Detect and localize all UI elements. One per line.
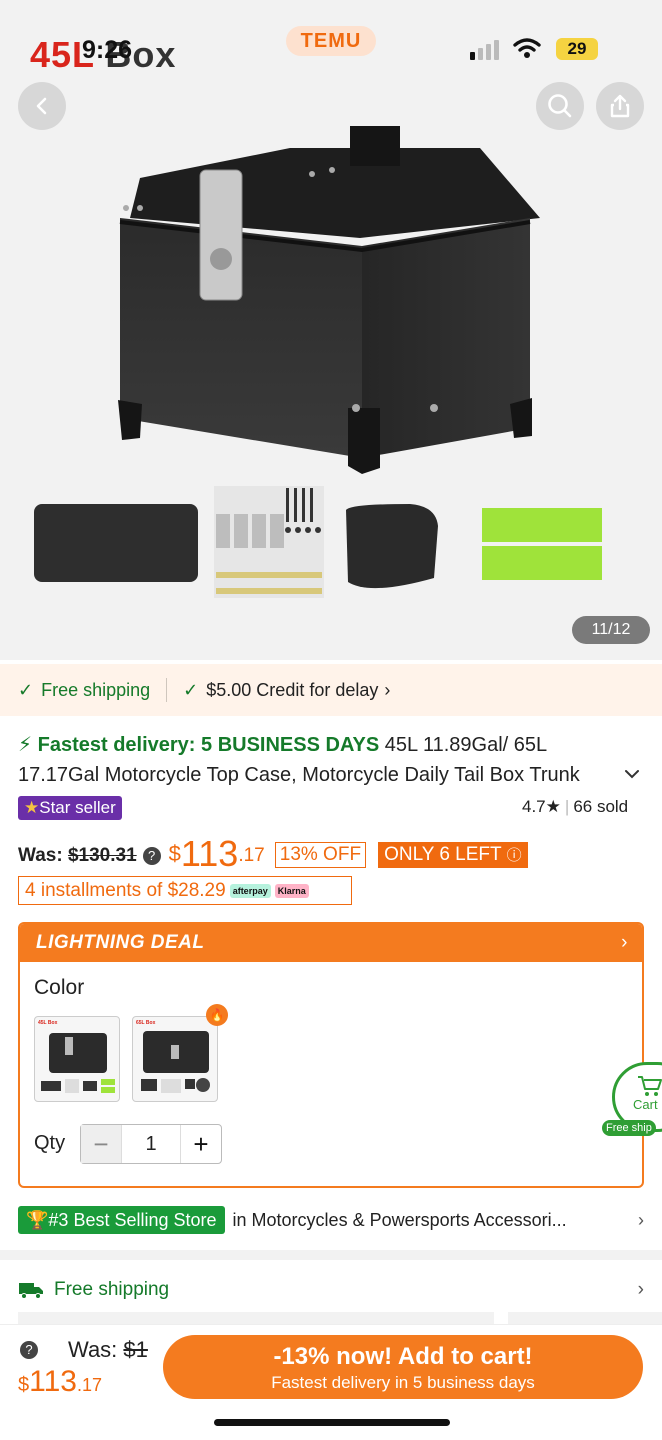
image-counter: 11/12 bbox=[572, 616, 650, 644]
bottom-action-bar: ? Was: $1 $113.17 -13% now! Add to cart!… bbox=[0, 1324, 662, 1440]
title-text-line2: 17.17Gal Motorcycle Top Case, Motorcycle… bbox=[18, 764, 580, 786]
chevron-right-icon: › bbox=[621, 932, 628, 953]
check-icon: ✓ bbox=[183, 679, 199, 700]
installments-badge[interactable]: 4 installments of $28.29 afterpay Klarna bbox=[18, 876, 352, 905]
content-peek bbox=[508, 1312, 662, 1324]
swatch-image bbox=[141, 1031, 210, 1093]
divider: | bbox=[564, 797, 570, 816]
chevron-left-icon bbox=[36, 97, 47, 115]
star-seller-badge[interactable]: ★Star seller bbox=[18, 796, 122, 820]
delay-credit-label: $5.00 Credit for delay bbox=[206, 679, 379, 700]
cta-headline: -13% now! Add to cart! bbox=[273, 1343, 533, 1370]
free-shipping-row[interactable]: Free shipping › bbox=[18, 1276, 644, 1304]
bottom-was-price: Was: $1 bbox=[68, 1337, 148, 1362]
chevron-down-icon[interactable] bbox=[622, 764, 642, 784]
lightning-deal-header[interactable]: LIGHTNING DEAL › bbox=[20, 924, 642, 962]
share-button[interactable] bbox=[596, 82, 644, 130]
add-to-cart-button[interactable]: -13% now! Add to cart! Fastest delivery … bbox=[163, 1335, 643, 1399]
store-category-text: in Motorcycles & Powersports Accessori..… bbox=[232, 1209, 567, 1230]
check-icon: ✓ bbox=[18, 679, 34, 700]
free-ship-tag: Free ship bbox=[602, 1120, 656, 1136]
swatch-tag: 45L Box bbox=[38, 1020, 58, 1026]
help-icon[interactable]: ? bbox=[142, 847, 161, 865]
search-icon bbox=[548, 94, 572, 118]
shipping-guarantee-bar[interactable]: ✓ Free shipping ✓ $5.00 Credit for delay… bbox=[0, 664, 662, 716]
klarna-logo: Klarna bbox=[274, 883, 309, 898]
sold-count: 66 sold bbox=[573, 797, 629, 816]
truck-icon bbox=[19, 1283, 43, 1299]
title-text: 45L 11.89Gal/ 65L bbox=[379, 734, 548, 756]
product-image-gallery[interactable]: 45L Box 9:26 TEMU 29 11/12 bbox=[0, 0, 662, 660]
cart-label: Cart bbox=[633, 1097, 658, 1112]
best-selling-store-row[interactable]: 🏆#3 Best Selling Store in Motorcycles & … bbox=[18, 1206, 644, 1234]
quantity-increase-button[interactable]: + bbox=[181, 1125, 221, 1163]
temu-app-pill[interactable]: TEMU bbox=[286, 26, 376, 56]
free-shipping-label: Free shipping bbox=[41, 679, 151, 700]
info-icon: ⓘ bbox=[506, 847, 522, 864]
rating-summary[interactable]: 4.7★ | 66 sold bbox=[522, 797, 628, 817]
color-label: Color bbox=[34, 976, 85, 999]
cell-signal-icon bbox=[470, 40, 499, 60]
quantity-decrease-button[interactable]: − bbox=[81, 1125, 121, 1163]
fast-delivery-label: Fastest delivery: 5 BUSINESS DAYS bbox=[37, 734, 380, 756]
cta-subline: Fastest delivery in 5 business days bbox=[271, 1373, 535, 1392]
quantity-label: Qty bbox=[34, 1132, 66, 1154]
help-icon[interactable]: ? bbox=[20, 1341, 38, 1359]
chevron-right-icon: › bbox=[638, 1209, 644, 1230]
cart-icon bbox=[638, 1076, 662, 1096]
swatch-tag: 65L Box bbox=[136, 1020, 156, 1026]
chevron-right-icon: › bbox=[637, 1279, 644, 1300]
quantity-stepper: − 1 + bbox=[80, 1124, 222, 1164]
star-icon: ★ bbox=[545, 797, 561, 816]
content-peek bbox=[18, 1312, 494, 1324]
afterpay-logo: afterpay bbox=[229, 883, 271, 898]
product-title[interactable]: ⚡ Fastest delivery: 5 BUSINESS DAYS 45L … bbox=[18, 730, 648, 790]
stock-badge[interactable]: ONLY 6 LEFT ⓘ bbox=[378, 842, 528, 868]
lightning-deal-panel: LIGHTNING DEAL › Color 45L Box 65L Box 🔥… bbox=[18, 922, 644, 1188]
trophy-icon: 🏆 bbox=[26, 1210, 49, 1230]
swatch-image bbox=[41, 1033, 115, 1093]
price-row: Was: $130.31 ? $ 113 .17 13% OFF ONLY 6 … bbox=[18, 832, 528, 872]
hot-flame-icon: 🔥 bbox=[206, 1004, 228, 1026]
share-icon bbox=[610, 94, 630, 118]
search-button[interactable] bbox=[536, 82, 584, 130]
price-cents: .17 bbox=[238, 845, 265, 866]
chevron-right-icon: › bbox=[384, 679, 391, 700]
wifi-icon bbox=[513, 38, 541, 58]
installments-text: 4 installments of $28.29 bbox=[25, 879, 226, 901]
quantity-value[interactable]: 1 bbox=[121, 1125, 181, 1163]
product-main-image bbox=[118, 126, 540, 474]
battery-indicator: 29 bbox=[556, 38, 598, 60]
home-indicator[interactable] bbox=[214, 1419, 450, 1426]
discount-badge: 13% OFF bbox=[274, 842, 367, 868]
status-time: 9:26 bbox=[82, 36, 133, 64]
lightning-icon: ⚡ bbox=[18, 734, 33, 756]
current-price: 113 bbox=[180, 833, 239, 874]
product-accessories-image bbox=[34, 486, 602, 598]
was-price: Was: $130.31 bbox=[18, 845, 137, 866]
back-button[interactable] bbox=[18, 82, 66, 130]
bottom-current-price: $113.17 bbox=[18, 1365, 102, 1398]
divider bbox=[166, 678, 168, 702]
rating-value: 4.7 bbox=[522, 797, 546, 816]
color-option-65l[interactable]: 65L Box bbox=[132, 1016, 218, 1102]
best-store-badge: 🏆#3 Best Selling Store bbox=[18, 1206, 225, 1234]
free-shipping-label: Free shipping bbox=[54, 1279, 170, 1300]
price-currency: $ bbox=[168, 841, 181, 866]
section-divider bbox=[0, 1250, 662, 1260]
star-icon: ★ bbox=[24, 798, 40, 817]
color-option-45l[interactable]: 45L Box bbox=[34, 1016, 120, 1102]
